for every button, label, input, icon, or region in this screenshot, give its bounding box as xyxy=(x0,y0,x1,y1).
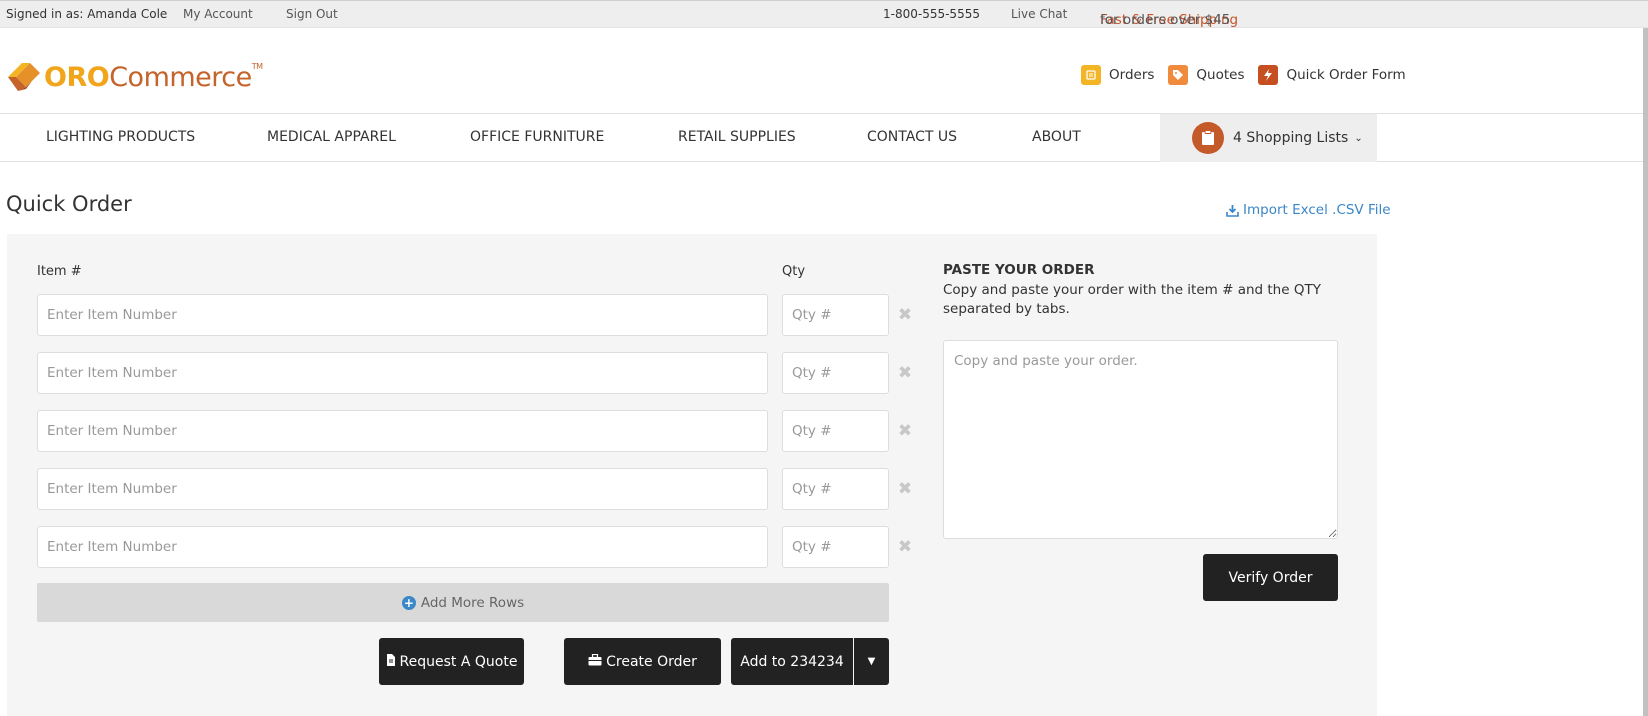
sign-out-link[interactable]: Sign Out xyxy=(286,7,338,21)
nav-item-about[interactable]: ABOUT xyxy=(1032,129,1081,145)
download-icon xyxy=(1226,204,1239,217)
tag-icon xyxy=(1168,65,1189,85)
item-number-label: Item # xyxy=(37,264,82,279)
quick-order-form-link[interactable]: Quick Order Form xyxy=(1258,65,1406,85)
orders-link[interactable]: Orders xyxy=(1081,65,1154,85)
logo-mark-icon xyxy=(8,63,40,91)
item-number-input[interactable] xyxy=(37,468,768,510)
lightning-icon xyxy=(1258,65,1279,85)
logo-oro-text: ORO xyxy=(44,61,110,93)
remove-row-icon[interactable]: ✖ xyxy=(896,306,914,324)
qty-label: Qty xyxy=(782,264,806,279)
caret-down-icon: ▼ xyxy=(867,656,876,667)
item-number-input[interactable] xyxy=(37,352,768,394)
orders-label: Orders xyxy=(1109,67,1155,83)
remove-row-icon[interactable]: ✖ xyxy=(896,422,914,440)
qty-input[interactable] xyxy=(782,352,889,394)
paste-order-description: Copy and paste your order with the item … xyxy=(943,282,1321,317)
document-icon xyxy=(386,653,396,670)
create-order-label: Create Order xyxy=(606,653,697,670)
nav-item-lighting-products[interactable]: LIGHTING PRODUCTS xyxy=(46,129,195,145)
shipping-promo-text: for orders over $45 xyxy=(1100,12,1231,28)
verify-order-label: Verify Order xyxy=(1228,569,1313,586)
paste-order-textarea[interactable] xyxy=(943,340,1338,539)
remove-row-icon[interactable]: ✖ xyxy=(896,480,914,498)
import-csv-link[interactable]: Import Excel .CSV File xyxy=(1226,202,1391,218)
shopping-lists-label: 4 Shopping Lists xyxy=(1233,130,1349,146)
add-more-rows-button[interactable]: + Add More Rows xyxy=(37,583,889,622)
logo-trademark: TM xyxy=(251,61,263,71)
shopping-list-icon xyxy=(1192,122,1224,154)
add-more-rows-label: Add More Rows xyxy=(420,594,525,611)
request-quote-button[interactable]: Request A Quote xyxy=(379,638,524,685)
orders-icon xyxy=(1081,65,1101,85)
qty-input[interactable] xyxy=(782,526,889,568)
live-chat-link[interactable]: Live Chat xyxy=(1011,7,1067,21)
main-navigation: LIGHTING PRODUCTS MEDICAL APPAREL OFFICE… xyxy=(0,114,1643,162)
add-to-shopping-list-button[interactable]: Add to 234234 xyxy=(731,638,853,685)
qty-input[interactable] xyxy=(782,468,889,510)
logo-wordmark: OROCommerceTM xyxy=(44,61,263,93)
briefcase-icon xyxy=(588,653,602,670)
chevron-down-icon: ⌄ xyxy=(1354,132,1363,144)
item-number-input[interactable] xyxy=(37,410,768,452)
add-to-label: Add to 234234 xyxy=(740,653,844,670)
qty-input[interactable] xyxy=(782,410,889,452)
item-number-input[interactable] xyxy=(37,294,768,336)
verify-order-button[interactable]: Verify Order xyxy=(1203,554,1338,601)
phone-number: 1-800-555-5555 xyxy=(883,7,980,21)
qty-input[interactable] xyxy=(782,294,889,336)
site-header: OROCommerceTM Orders Quotes Quick Order … xyxy=(0,28,1643,114)
plus-circle-icon: + xyxy=(401,595,416,610)
my-account-link[interactable]: My Account xyxy=(183,7,253,21)
top-utility-bar: Signed in as: Amanda Cole My Account Sig… xyxy=(0,0,1648,28)
quick-order-form-label: Quick Order Form xyxy=(1286,67,1406,83)
shopping-lists-dropdown[interactable]: 4 Shopping Lists ⌄ xyxy=(1160,114,1377,162)
page-title: Quick Order xyxy=(6,192,132,216)
remove-row-icon[interactable]: ✖ xyxy=(896,538,914,556)
logo-commerce-text: Commerce xyxy=(109,61,252,93)
import-csv-label: Import Excel .CSV File xyxy=(1243,202,1391,218)
header-links: Orders Quotes Quick Order Form xyxy=(1081,65,1420,85)
remove-row-icon[interactable]: ✖ xyxy=(896,364,914,382)
site-logo[interactable]: OROCommerceTM xyxy=(6,60,263,94)
item-number-input[interactable] xyxy=(37,526,768,568)
paste-order-title: PASTE YOUR ORDER xyxy=(943,262,1095,278)
nav-item-medical-apparel[interactable]: MEDICAL APPAREL xyxy=(267,129,396,145)
request-quote-label: Request A Quote xyxy=(399,653,518,670)
create-order-button[interactable]: Create Order xyxy=(564,638,721,685)
nav-item-retail-supplies[interactable]: RETAIL SUPPLIES xyxy=(678,129,796,145)
vertical-scrollbar[interactable] xyxy=(1643,28,1648,716)
nav-item-contact-us[interactable]: CONTACT US xyxy=(867,129,957,145)
add-to-dropdown-toggle[interactable]: ▼ xyxy=(854,638,889,685)
quotes-link[interactable]: Quotes xyxy=(1168,65,1244,85)
quotes-label: Quotes xyxy=(1196,67,1245,83)
signed-in-text: Signed in as: Amanda Cole xyxy=(6,7,168,21)
nav-item-office-furniture[interactable]: OFFICE FURNITURE xyxy=(470,129,604,145)
